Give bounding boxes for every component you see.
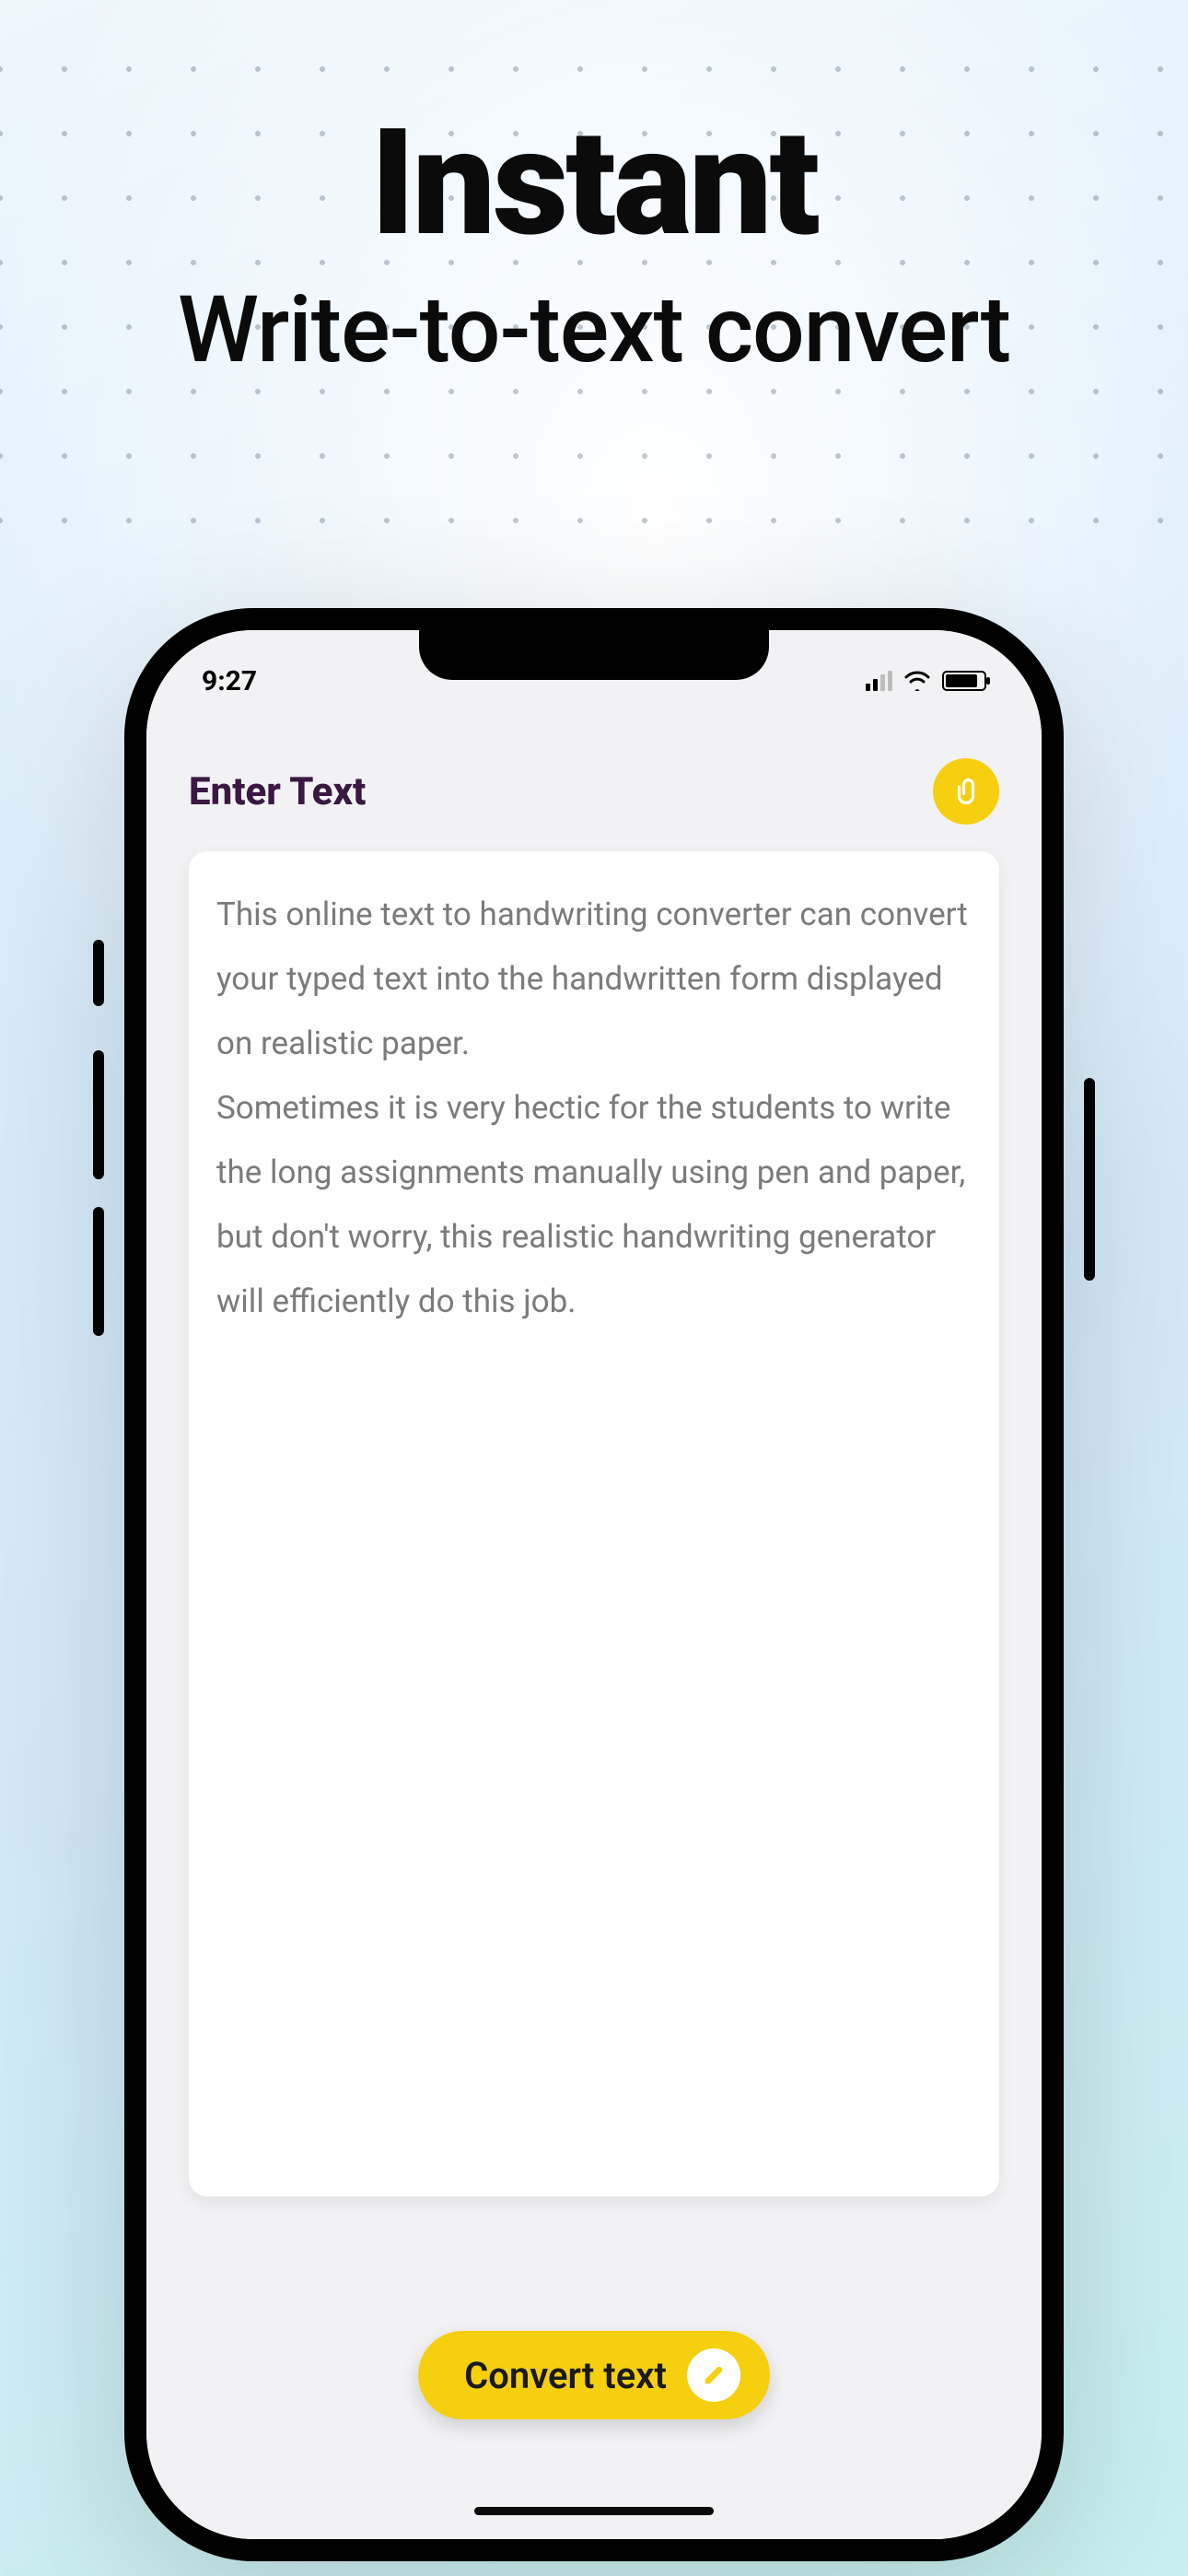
phone-volume-up-button — [93, 1050, 104, 1179]
text-paragraph: Sometimes it is very hectic for the stud… — [216, 1076, 972, 1334]
hero-block: Instant Write-to-text convert — [0, 0, 1188, 384]
pencil-icon — [701, 2362, 727, 2388]
hero-subtitle: Write-to-text convert — [0, 276, 1188, 384]
status-icons — [866, 671, 986, 691]
pencil-icon-badge — [687, 2348, 740, 2402]
phone-volume-down-button — [93, 1207, 104, 1336]
convert-button-label: Convert text — [464, 2354, 667, 2397]
phone-screen: 9:27 Enter Text — [146, 630, 1042, 2539]
paperclip-icon — [952, 778, 980, 805]
cellular-signal-icon — [866, 671, 892, 691]
hero-title: Instant — [0, 111, 1188, 258]
convert-text-button[interactable]: Convert text — [418, 2331, 770, 2419]
attach-button[interactable] — [933, 758, 999, 825]
phone-notch — [419, 630, 769, 680]
status-time: 9:27 — [202, 665, 257, 697]
wifi-icon — [903, 671, 931, 691]
text-paragraph: This online text to handwriting converte… — [216, 883, 972, 1076]
home-indicator[interactable] — [474, 2507, 714, 2515]
battery-icon — [942, 671, 986, 691]
phone-power-button — [1084, 1078, 1095, 1281]
text-input-content[interactable]: This online text to handwriting converte… — [216, 883, 972, 1334]
phone-switch-button — [93, 940, 104, 1006]
page-title: Enter Text — [189, 769, 366, 814]
phone-mockup: 9:27 Enter Text — [124, 608, 1064, 2561]
text-input-card[interactable]: This online text to handwriting converte… — [189, 851, 999, 2196]
screen-header: Enter Text — [146, 750, 1042, 833]
